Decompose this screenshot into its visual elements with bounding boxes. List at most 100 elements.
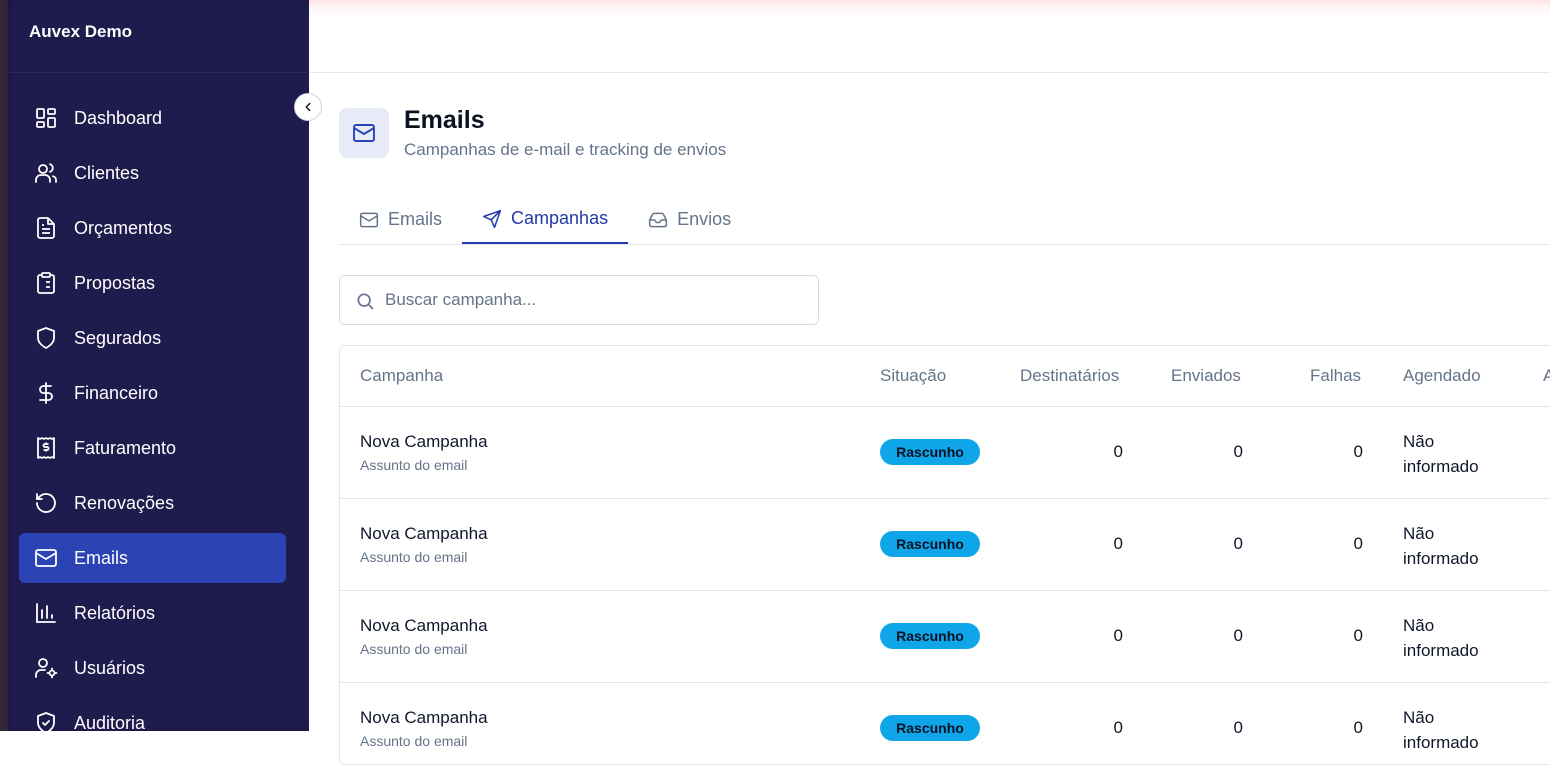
table-row[interactable]: Nova Campanha Assunto do email Rascunho … [340,683,1550,764]
campaign-name: Nova Campanha [360,616,488,635]
receipt-icon [34,436,58,460]
sent-count: 0 [1233,718,1243,737]
sidebar-item-auditoria[interactable]: Auditoria [19,698,286,731]
sidebar-item-label: Segurados [74,327,162,348]
failures-count: 0 [1353,534,1363,553]
campaign-subject: Assunto do email [360,549,468,565]
tab-emails[interactable]: Emails [339,195,462,244]
table-header: Campanha Situação Destinatários Enviados… [340,346,1550,407]
column-header-agendado[interactable]: Agendado [1403,366,1481,386]
scheduled-value: Não informado [1403,705,1503,755]
campaign-name: Nova Campanha [360,708,488,727]
sidebar-item-label: Auditoria [74,712,146,732]
table-row[interactable]: Nova Campanha Assunto do email Rascunho … [340,499,1550,591]
campaign-name: Nova Campanha [360,432,488,451]
scheduled-value: Não informado [1403,613,1503,663]
recipients-count: 0 [1113,626,1123,645]
bar-chart-icon [34,601,58,625]
dollar-icon [34,381,58,405]
shield-icon [34,326,58,350]
recipients-count: 0 [1113,442,1123,461]
tab-label: Envios [677,209,732,229]
recipients-count: 0 [1113,718,1123,737]
sidebar-item-label: Emails [74,547,129,568]
users-icon [34,161,58,185]
sent-count: 0 [1233,534,1243,553]
sidebar-item-faturamento[interactable]: Faturamento [19,423,286,473]
dashboard-icon [34,106,58,130]
sent-count: 0 [1233,442,1243,461]
sidebar-item-segurados[interactable]: Segurados [19,313,286,363]
sidebar-item-label: Usuários [74,657,146,678]
sidebar-item-financeiro[interactable]: Financeiro [19,368,286,418]
recipients-count: 0 [1113,534,1123,553]
page-subtitle: Campanhas de e-mail e tracking de envios [404,140,727,159]
sidebar-item-label: Dashboard [74,107,163,128]
sidebar-item-emails[interactable]: Emails [19,533,286,583]
table-row[interactable]: Nova Campanha Assunto do email Rascunho … [340,591,1550,683]
scheduled-value: Não informado [1403,429,1503,479]
top-bar [309,0,1550,73]
sidebar-item-clientes[interactable]: Clientes [19,148,286,198]
sidebar-item-label: Propostas [74,272,156,293]
tab-envios[interactable]: Envios [628,195,751,244]
column-header-enviados[interactable]: Enviados [1171,366,1241,386]
sidebar-item-label: Renovações [74,492,175,513]
sidebar-item-label: Faturamento [74,437,177,458]
sidebar-item-dashboard[interactable]: Dashboard [19,93,286,143]
inbox-icon [648,212,668,227]
sidebar-item-label: Relatórios [74,602,156,623]
campaign-subject: Assunto do email [360,641,468,657]
failures-count: 0 [1353,718,1363,737]
send-icon [482,209,502,228]
sidebar-item-usuarios[interactable]: Usuários [19,643,286,693]
failures-count: 0 [1353,442,1363,461]
column-header-truncated[interactable]: A [1543,366,1550,386]
scheduled-line-1: Não [1403,432,1435,451]
scheduled-line-2: informado [1403,549,1479,568]
column-header-falhas[interactable]: Falhas [1310,366,1361,386]
document-icon [34,216,58,240]
status-badge: Rascunho [880,439,980,465]
column-header-situacao[interactable]: Situação [880,366,946,386]
campaign-subject: Assunto do email [360,733,468,749]
campaign-subject: Assunto do email [360,457,468,473]
sidebar-nav: Dashboard Clientes Orçamentos Propostas … [19,93,286,731]
sidebar-item-orcamentos[interactable]: Orçamentos [19,203,286,253]
column-header-destinatarios[interactable]: Destinatários [1020,366,1119,386]
search-box [339,275,819,325]
scheduled-line-2: informado [1403,457,1479,476]
page-mail-icon [339,108,389,158]
shield-check-icon [34,711,58,731]
sidebar-item-label: Clientes [74,162,140,183]
sidebar: Auvex Demo Dashboard Clientes Orçamentos… [0,0,309,731]
status-badge: Rascunho [880,531,980,557]
sidebar-item-renovacoes[interactable]: Renovações [19,478,286,528]
clipboard-icon [34,271,58,295]
brand-name: Auvex Demo [29,22,132,41]
mail-icon [34,546,58,570]
status-badge: Rascunho [880,623,980,649]
sidebar-item-relatorios[interactable]: Relatórios [19,588,286,638]
sidebar-item-label: Financeiro [74,382,159,403]
status-badge: Rascunho [880,715,980,741]
scheduled-line-1: Não [1403,708,1435,727]
tab-bar: Emails Campanhas Envios [339,195,1550,245]
table-row[interactable]: Nova Campanha Assunto do email Rascunho … [340,407,1550,499]
campaigns-table: Campanha Situação Destinatários Enviados… [339,345,1550,765]
collapse-sidebar-button[interactable] [294,93,322,121]
search-input[interactable] [340,275,818,325]
mail-icon [359,212,379,227]
tab-campanhas[interactable]: Campanhas [462,195,629,244]
scheduled-line-1: Não [1403,524,1435,543]
column-header-campanha[interactable]: Campanha [360,366,443,386]
scheduled-line-2: informado [1403,641,1479,660]
failures-count: 0 [1353,626,1363,645]
sidebar-item-propostas[interactable]: Propostas [19,258,286,308]
tab-label: Campanhas [511,208,609,228]
brand-divider [8,72,309,73]
search-icon [357,293,374,310]
page-title: Emails [404,106,485,134]
user-cog-icon [34,656,58,680]
tab-label: Emails [388,209,443,229]
